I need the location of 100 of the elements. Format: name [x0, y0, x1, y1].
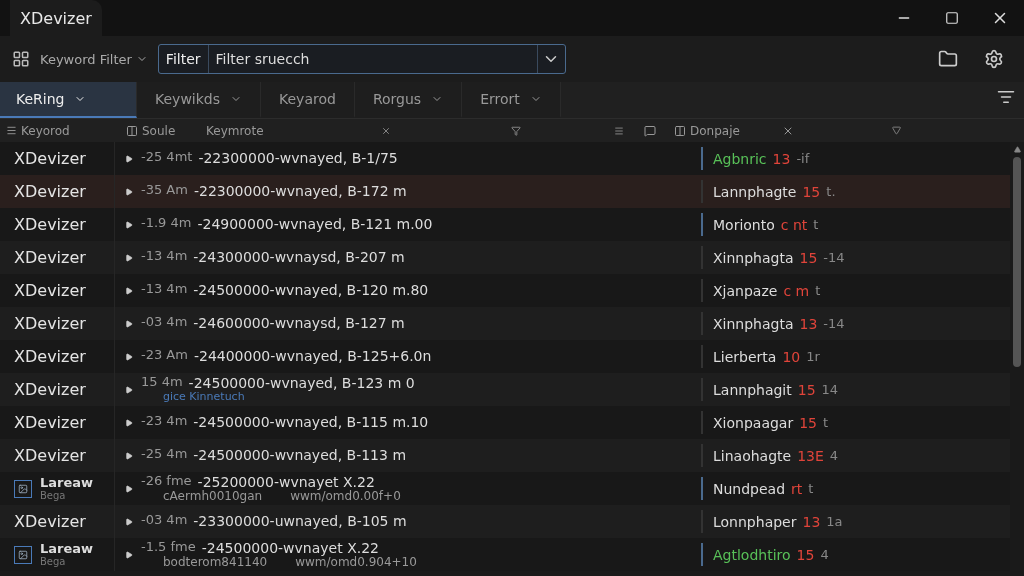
- search-field[interactable]: Filter sruecch: [208, 45, 537, 73]
- target-name: Lonnphaper: [713, 513, 797, 530]
- value-text: -23300000-uwnayed, B-105 m: [193, 513, 407, 530]
- table-row[interactable]: XDevizer -03 4m -24600000-wvnaysd, B-127 m Xinnphagta 13 -14: [0, 307, 1010, 340]
- scroll-up-icon[interactable]: [1013, 146, 1021, 153]
- column-header[interactable]: Donpaje: [690, 123, 740, 138]
- row-name: XDevizer: [14, 281, 86, 300]
- sub-text: wwm/omd0.904+10: [295, 555, 417, 570]
- target-extra: 14: [821, 382, 839, 397]
- target-number: 15: [799, 414, 817, 431]
- window-title: XDevizer: [10, 0, 102, 36]
- target-extra: 4: [820, 547, 829, 562]
- value-text: -24500000-wvnayed, B-113 m: [193, 447, 406, 464]
- row-name: XDevizer: [14, 248, 86, 267]
- offset-text: -25 4mt: [141, 150, 193, 167]
- target-number: 13: [772, 150, 791, 167]
- target-name: Morionto: [713, 216, 775, 233]
- note-link[interactable]: gice Kinnetuch: [141, 391, 701, 404]
- filter-mode-dropdown[interactable]: Keyword Filter: [40, 51, 148, 67]
- offset-text: -03 4m: [141, 513, 188, 530]
- menu-icon[interactable]: [614, 125, 624, 136]
- image-icon: [14, 545, 32, 564]
- row-name: XDevizer: [14, 380, 86, 399]
- target-number: c nt: [780, 216, 808, 233]
- target-name: Lierberta: [713, 348, 777, 365]
- column-header[interactable]: Soule: [142, 123, 176, 138]
- offset-text: -23 Am: [141, 348, 188, 365]
- offset-text: -13 4m: [141, 249, 188, 266]
- table-row[interactable]: XDevizer -03 4m -23300000-uwnayed, B-105 m Lonnphaper 13 1a: [0, 505, 1010, 538]
- target-extra: t: [815, 283, 821, 298]
- table-row[interactable]: XDevizer -13 4m -24300000-wvnaysd, B-207 m Xinnphagta 15 -14: [0, 241, 1010, 274]
- offset-text: -03 4m: [141, 315, 188, 332]
- target-name: Xinnphagta: [713, 249, 794, 266]
- target-name: Agbnric: [713, 150, 767, 167]
- target-extra: t: [813, 217, 819, 232]
- offset-text: -26 fme: [141, 473, 192, 490]
- scrollbar-thumb[interactable]: [1013, 157, 1021, 367]
- target-name: Nundpead: [713, 480, 786, 497]
- column-header[interactable]: Keymrote: [206, 123, 264, 138]
- value-text: -24300000-wvnaysd, B-207 m: [193, 249, 405, 266]
- target-extra: t.: [826, 184, 836, 199]
- comment-icon: [644, 124, 656, 137]
- target-extra: -14: [823, 316, 845, 331]
- target-name: Xinnphagta: [713, 315, 794, 332]
- sub-text: wwm/omd0.00f+0: [290, 489, 401, 504]
- target-name: Xjanpaze: [713, 282, 778, 299]
- offset-text: -25 4m: [141, 447, 188, 464]
- image-icon: [14, 479, 32, 498]
- maximize-icon[interactable]: [945, 11, 959, 25]
- target-extra: 1a: [826, 514, 843, 529]
- item-subtitle: Bega: [40, 556, 67, 568]
- target-number: 13: [802, 513, 821, 530]
- target-number: 15: [799, 249, 818, 266]
- triangle-icon[interactable]: [892, 126, 901, 135]
- sub-text: bodterom841140: [163, 555, 268, 570]
- target-name: Linaohagte: [713, 447, 792, 464]
- list-icon[interactable]: [997, 88, 1015, 106]
- grid-icon: [12, 50, 30, 68]
- value-text: -24600000-wvnaysd, B-127 m: [193, 315, 405, 332]
- table-row[interactable]: XDevizer -25 4m -24500000-wvnayed, B-113 m Linaohagte 13E 4: [0, 439, 1010, 472]
- offset-text: -35 Am: [141, 183, 188, 200]
- target-extra: 1r: [806, 349, 820, 364]
- target-extra: 4: [829, 448, 839, 463]
- offset-text: -23 4m: [141, 414, 188, 431]
- value-text: -24500000-wvnayed, B-115 m.10: [193, 414, 429, 431]
- tab[interactable]: KeRing: [0, 82, 137, 118]
- row-name: XDevizer: [14, 446, 86, 465]
- column-header[interactable]: Keyorod: [21, 123, 70, 138]
- target-extra: t: [823, 415, 829, 430]
- settings-icon[interactable]: [984, 49, 1004, 69]
- target-name: Lannphagte: [713, 183, 797, 200]
- value-text: -24500000-wvnayet X.22: [201, 539, 379, 556]
- column-icon: [674, 124, 686, 137]
- column-icon: [126, 124, 138, 137]
- table-row[interactable]: XDevizer -35 Am -22300000-wvnayed, B-172 m Lannphagte 15 t.: [0, 175, 1010, 208]
- filter-label: Filter: [158, 45, 209, 73]
- target-number: c m: [783, 282, 810, 299]
- table-row[interactable]: XDevizer 15 4m -24500000-wvnayed, B-123 m 0 gice Kinnetuch Lannphagit 15 14: [0, 373, 1010, 406]
- row-name: XDevizer: [14, 314, 86, 333]
- target-number: rt: [791, 480, 803, 497]
- target-extra: -if: [796, 151, 810, 166]
- row-name: XDevizer: [14, 182, 86, 201]
- value-text: -24500000-wvnayed, B-123 m 0: [188, 375, 415, 392]
- folder-icon[interactable]: [938, 49, 958, 69]
- row-name: XDevizer: [14, 413, 86, 432]
- row-name: XDevizer: [14, 512, 86, 531]
- target-number: 15: [802, 183, 821, 200]
- target-name: Lannphagit: [713, 381, 792, 398]
- row-name: XDevizer: [14, 215, 86, 234]
- menu-icon[interactable]: [6, 125, 17, 136]
- item-subtitle: Bega: [40, 490, 67, 502]
- item-name: Lareaw: [40, 475, 94, 491]
- row-name: XDevizer: [14, 149, 86, 168]
- value-text: -24900000-wvnayed, B-121 m.00: [197, 216, 433, 233]
- target-number: 10: [782, 348, 801, 365]
- offset-text: -13 4m: [141, 282, 188, 299]
- target-name: Agtlodhtiro: [713, 546, 791, 563]
- filter-bar[interactable]: Filter Filter sruecch: [157, 44, 566, 74]
- row-name: XDevizer: [14, 347, 86, 366]
- filter-icon[interactable]: [511, 125, 521, 136]
